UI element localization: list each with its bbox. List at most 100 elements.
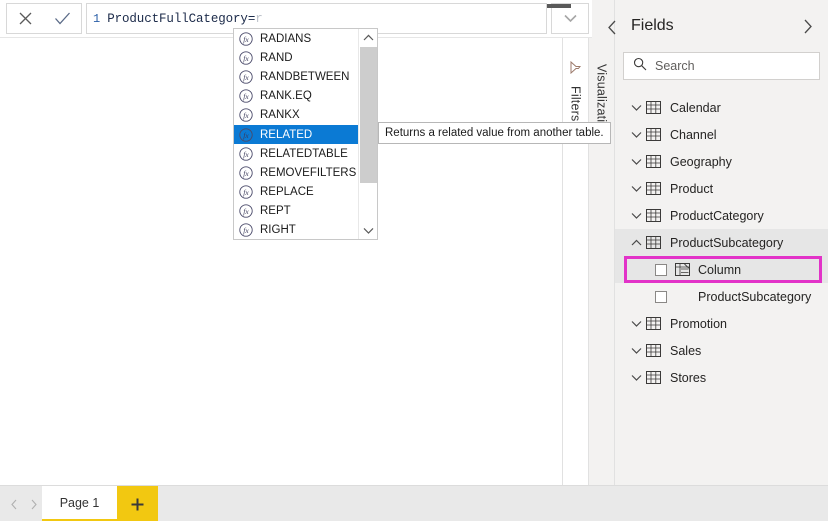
function-icon: fx <box>239 89 253 103</box>
commit-edit-button[interactable] <box>46 4 80 33</box>
function-icon: fx <box>239 108 253 122</box>
field-label: Column <box>698 263 741 277</box>
scroll-down-arrow-icon[interactable] <box>359 222 378 239</box>
page-title: Fields <box>631 17 674 35</box>
search-input[interactable] <box>655 59 819 73</box>
expand-formula-bar-button[interactable] <box>551 3 589 34</box>
chevron-down-icon[interactable] <box>627 347 645 355</box>
collapse-fields-pane-button[interactable] <box>601 16 623 38</box>
chevron-down-icon[interactable] <box>627 131 645 139</box>
fields-table-productcategory[interactable]: ProductCategory <box>615 202 828 229</box>
page-tab-label: Page 1 <box>60 496 100 510</box>
autocomplete-item[interactable]: fx RADIANS <box>234 29 358 48</box>
svg-text:fx: fx <box>243 226 249 235</box>
fields-table-calendar[interactable]: Calendar <box>615 94 828 121</box>
autocomplete-item[interactable]: fx RANDBETWEEN <box>234 67 358 86</box>
page-tab-bar: Page 1 <box>0 485 828 521</box>
next-page-button[interactable] <box>24 486 44 521</box>
function-icon: fx <box>239 51 253 65</box>
visualizations-pane-collapsed[interactable]: Visualizations <box>588 38 614 485</box>
svg-text:fx: fx <box>243 111 249 120</box>
field-item-column[interactable]: Column <box>615 256 828 283</box>
previous-page-button[interactable] <box>4 486 24 521</box>
chevron-up-icon[interactable] <box>627 239 645 247</box>
autocomplete-item[interactable]: fx RELATEDTABLE <box>234 144 358 163</box>
autocomplete-item-selected[interactable]: fx RELATED <box>234 125 358 144</box>
svg-text:fx: fx <box>243 188 249 197</box>
fields-table-geography[interactable]: Geography <box>615 148 828 175</box>
table-icon <box>645 209 662 222</box>
fields-table-productsubcategory[interactable]: ProductSubcategory <box>615 229 828 256</box>
search-box[interactable] <box>623 52 820 80</box>
chevron-down-icon[interactable] <box>627 374 645 382</box>
table-icon <box>645 182 662 195</box>
filters-pane-collapsed[interactable]: Filters <box>562 38 588 485</box>
autocomplete-label: RANK.EQ <box>260 90 312 102</box>
filters-pane-label: Filters <box>569 86 583 121</box>
svg-text:fx: fx <box>243 207 249 216</box>
table-icon <box>645 344 662 357</box>
chevron-down-icon[interactable] <box>627 212 645 220</box>
autocomplete-label: RELATED <box>260 129 312 141</box>
filter-funnel-icon <box>569 60 582 78</box>
table-icon <box>645 128 662 141</box>
scroll-up-arrow-icon[interactable] <box>359 29 378 46</box>
search-icon <box>633 57 647 76</box>
svg-text:fx: fx <box>243 54 249 63</box>
table-icon <box>645 317 662 330</box>
chevron-down-icon[interactable] <box>627 158 645 166</box>
dax-autocomplete-list[interactable]: fx RADIANS fx RAND fx RANDBETWEEN fx <box>233 28 378 240</box>
field-item-productsubcategory[interactable]: ProductSubcategory <box>615 283 828 310</box>
fields-table-stores[interactable]: Stores <box>615 364 828 391</box>
function-icon: fx <box>239 32 253 46</box>
svg-text:fx: fx <box>243 73 249 82</box>
svg-text:fx: fx <box>243 131 249 140</box>
autocomplete-label: RIGHT <box>260 224 296 236</box>
autocomplete-item[interactable]: fx RANK.EQ <box>234 87 358 106</box>
autocomplete-items: fx RADIANS fx RAND fx RANDBETWEEN fx <box>234 29 358 239</box>
formula-expression: ProductFullCategory= <box>107 12 255 26</box>
function-tooltip: Returns a related value from another tab… <box>378 122 611 144</box>
fields-table-channel[interactable]: Channel <box>615 121 828 148</box>
field-checkbox[interactable] <box>655 264 667 276</box>
chevron-down-icon[interactable] <box>627 185 645 193</box>
chevron-down-icon[interactable] <box>627 320 645 328</box>
table-label: Product <box>670 182 713 196</box>
autocomplete-item[interactable]: fx RAND <box>234 48 358 67</box>
page-tab-page-1[interactable]: Page 1 <box>42 486 117 521</box>
autocomplete-item[interactable]: fx REPLACE <box>234 183 358 202</box>
tooltip-text: Returns a related value from another tab… <box>385 127 604 139</box>
scrollbar-thumb[interactable] <box>360 47 377 183</box>
autocomplete-label: RANKX <box>260 109 300 121</box>
function-icon: fx <box>239 185 253 199</box>
autocomplete-item[interactable]: fx REPT <box>234 202 358 221</box>
chevron-down-icon[interactable] <box>627 104 645 112</box>
expand-fields-pane-button[interactable] <box>798 16 818 36</box>
autocomplete-item[interactable]: fx RANKX <box>234 106 358 125</box>
calculated-column-icon <box>674 263 691 276</box>
fields-table-sales[interactable]: Sales <box>615 337 828 364</box>
fields-table-product[interactable]: Product <box>615 175 828 202</box>
formula-ghost-text: r <box>255 12 262 26</box>
table-label: ProductSubcategory <box>670 236 783 250</box>
table-label: Promotion <box>670 317 727 331</box>
cancel-edit-button[interactable] <box>9 4 43 33</box>
power-bi-window: 1 ProductFullCategory= r fx RADIANS fx <box>0 0 828 521</box>
autocomplete-label: REMOVEFILTERS <box>260 167 356 179</box>
fields-table-promotion[interactable]: Promotion <box>615 310 828 337</box>
fields-list: Calendar Channel Geography <box>615 94 828 391</box>
autocomplete-scrollbar[interactable] <box>358 29 377 239</box>
field-label: ProductSubcategory <box>698 290 811 304</box>
add-page-button[interactable] <box>117 486 158 521</box>
svg-text:fx: fx <box>243 35 249 44</box>
table-label: Sales <box>670 344 701 358</box>
autocomplete-item[interactable]: fx RIGHT <box>234 221 358 240</box>
autocomplete-label: REPLACE <box>260 186 314 198</box>
svg-text:fx: fx <box>243 92 249 101</box>
autocomplete-item[interactable]: fx REMOVEFILTERS <box>234 163 358 182</box>
function-icon: fx <box>239 223 253 237</box>
autocomplete-label: RANDBETWEEN <box>260 71 349 83</box>
table-label: Channel <box>670 128 717 142</box>
formula-bar-grip <box>547 4 571 8</box>
field-checkbox[interactable] <box>655 291 667 303</box>
